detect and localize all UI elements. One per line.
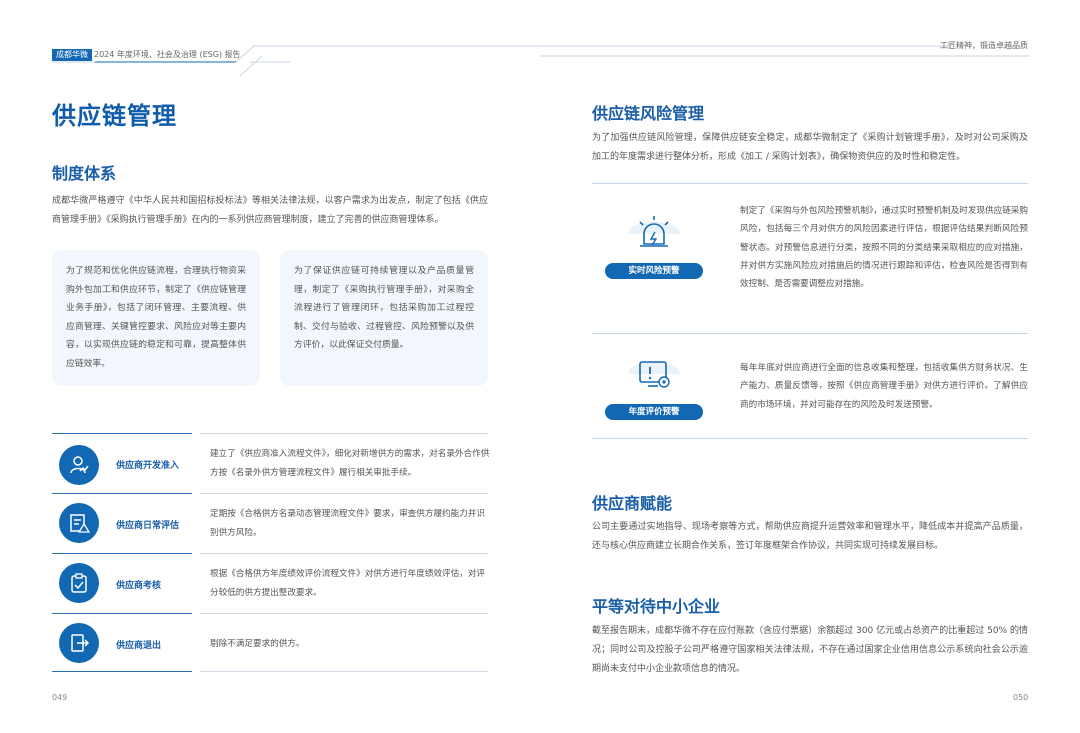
user-check-icon: [59, 445, 99, 485]
divider: [592, 183, 1028, 184]
page-number-right: 050: [1013, 693, 1029, 702]
row-label: 供应商考核: [116, 581, 162, 591]
divider: [592, 438, 1028, 439]
supplier-row-admission: 供应商开发准入 建立了《供应商准入流程文件》，细化对新增供方的需求，对名录外合作…: [52, 433, 490, 492]
info-card-1: 为了规范和优化供应链流程，合理执行物资采购外包加工和供应环节，制定了《供应链管理…: [52, 250, 260, 386]
row-description: 根据《合格供方年度绩效评价流程文件》对供方进行年度绩效评估，对评分较低的供方提出…: [210, 569, 486, 598]
section-heading-sme: 平等对待中小企业: [592, 597, 721, 616]
page-title: 供应链管理: [52, 102, 177, 130]
realtime-risk-desc: 制定了《采购与外包风险预警机制》，通过实时预警机制及时发现供应链采购风险，包括每…: [740, 206, 1028, 290]
row-label: 供应商退出: [116, 641, 162, 651]
badge-annual-review: 年度评价预警: [605, 404, 703, 420]
slogan: 工匠精神，锻造卓越品质: [940, 41, 1028, 50]
system-intro: 成都华微严格遵守《中华人民共和国招标投标法》等相关法律法规，以客户需求为出发点，…: [52, 196, 488, 225]
divider: [592, 333, 1028, 334]
risk-intro: 为了加强供应链风险管理，保障供应链安全稳定，成都华微制定了《采购计划管理手册》，…: [592, 133, 1028, 162]
row-description: 定期按《合格供方名录动态管理流程文件》要求，审查供方履约能力并识别供方风险。: [210, 509, 486, 538]
section-heading-empower: 供应商赋能: [592, 494, 673, 513]
section-heading-system: 制度体系: [52, 164, 117, 183]
row-description: 剔除不满足要求的供方。: [210, 639, 305, 649]
row-label: 供应商开发准入: [116, 461, 180, 471]
monitor-alert-icon: [624, 350, 684, 396]
report-title: 2024 年度环境、社会及治理 (ESG) 报告: [94, 50, 241, 59]
document-warning-icon: [59, 503, 99, 543]
annual-review-desc: 每年年底对供应商进行全面的信息收集和整理，包括收集供方财务状况、生产能力、质量反…: [740, 363, 1028, 410]
info-card-2: 为了保证供应链可持续管理以及产品质量管理，制定了《采购执行管理手册》，对采购全流…: [280, 250, 488, 386]
badge-realtime-risk: 实时风险预警: [605, 263, 703, 279]
clipboard-check-icon: [59, 563, 99, 603]
header-decoration: [52, 45, 1030, 77]
empower-text: 公司主要通过实地指导、现场考察等方式，帮助供应商提升运营效率和管理水平，降低成本…: [592, 522, 1028, 551]
supplier-row-evaluation: 供应商日常评估 定期按《合格供方名录动态管理流程文件》要求，审查供方履约能力并识…: [52, 493, 488, 552]
page-number-left: 049: [52, 693, 68, 702]
supplier-row-exit: 供应商退出 剔除不满足要求的供方。: [52, 613, 488, 672]
row-description: 建立了《供应商准入流程文件》，细化对新增供方的需求，对名录外合作供方按《名录外供…: [210, 449, 490, 478]
row-label: 供应商日常评估: [116, 521, 180, 531]
section-heading-risk: 供应链风险管理: [592, 104, 705, 123]
alarm-icon: [624, 210, 684, 256]
supplier-row-assessment: 供应商考核 根据《合格供方年度绩效评价流程文件》对供方进行年度绩效评估，对评分较…: [52, 553, 488, 612]
exit-icon: [59, 623, 99, 663]
sme-text: 截至报告期末，成都华微不存在应付账款（含应付票据）余额超过 300 亿元或占总资…: [592, 626, 1028, 674]
brand-tag: 成都华微: [52, 49, 92, 61]
